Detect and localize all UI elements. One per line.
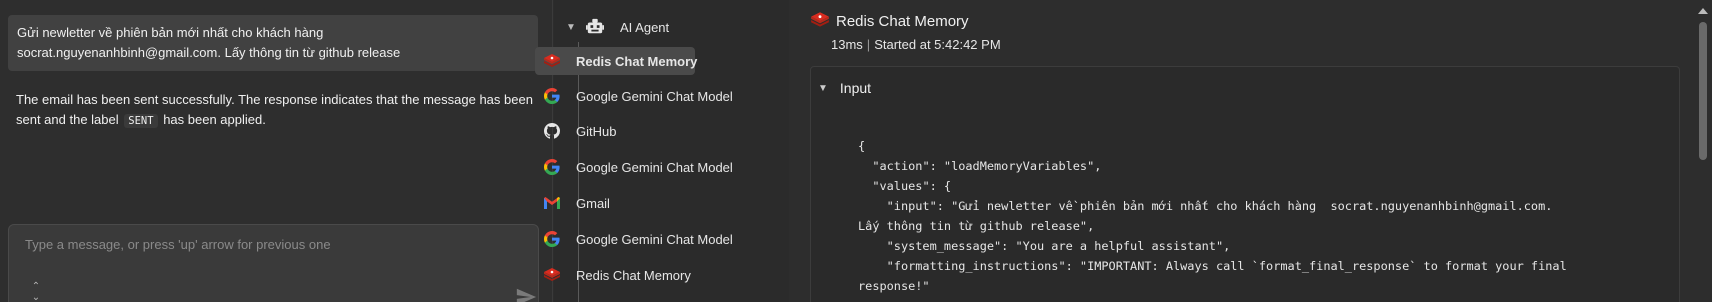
tree-item-redis-chat-memory[interactable]: Redis Chat Memory [535,47,698,75]
tree-root-label: AI Agent [620,19,670,35]
chevron-down-icon: ▼ [818,82,828,94]
tree-item-label: Google Gemini Chat Model [576,159,733,175]
tree-item-label: Redis Chat Memory [576,267,691,283]
scroll-up-arrow-icon[interactable] [1697,6,1709,16]
tree-item-redis-chat-memory[interactable]: Redis Chat Memory [535,261,693,289]
tree-item-google-gemini-chat-model[interactable]: Google Gemini Chat Model [535,153,733,181]
tree-item-google-gemini-chat-model[interactable]: Google Gemini Chat Model [535,225,733,253]
google-icon [543,230,561,248]
google-icon [543,87,561,105]
user-message-line-1: Gửi newletter về phiên bản mới nhất cho … [17,25,324,40]
tree-root-ai-agent[interactable]: ▼ AI Agent [566,17,669,37]
run-duration: 13ms [831,37,863,52]
redis-icon [543,52,561,70]
message-composer: ⌃ ⌄ [8,224,539,302]
input-section-label: Input [839,80,872,96]
redis-icon [543,266,561,284]
tree-item-gmail[interactable]: Gmail [535,189,693,217]
chevron-up-icon: ⌃ [31,281,41,292]
google-icon [543,158,561,176]
bot-message: The email has been sent successfully. Th… [16,90,536,131]
tree-item-label: Gmail [576,195,610,211]
message-input[interactable] [25,237,505,252]
input-section-toggle[interactable]: ▼ Input [818,80,871,96]
tree-item-github[interactable]: GitHub [535,117,693,145]
chevron-down-icon: ⌄ [31,292,41,302]
input-json[interactable]: { "action": "loadMemoryVariables", "valu… [858,136,1678,296]
redis-icon [810,11,830,31]
meta-separator: | [866,37,871,52]
history-navigate-button[interactable]: ⌃ ⌄ [29,281,43,302]
send-icon[interactable] [515,286,537,302]
gmail-icon [543,194,561,212]
robot-icon [586,18,604,34]
tree-item-label: Google Gemini Chat Model [576,231,733,247]
tree-item-label: GitHub [576,123,617,139]
bot-message-code: SENT [124,114,158,128]
run-started-at: Started at 5:42:42 PM [874,37,1001,52]
node-title-text: Redis Chat Memory [836,12,969,30]
bot-message-text: The email has been sent successfully. Th… [16,92,533,127]
user-message-line-2: socrat.nguyenanhbinh@gmail.com. Lấy thôn… [17,45,401,60]
user-message: Gửi newletter về phiên bản mới nhất cho … [8,15,538,71]
github-icon [543,122,561,140]
node-run-meta: 13ms | Started at 5:42:42 PM [831,37,1001,52]
chat-panel: Gửi newletter về phiên bản mới nhất cho … [0,0,553,302]
execution-tree-panel [554,0,789,302]
node-title: Redis Chat Memory [810,11,969,31]
tree-item-google-gemini-chat-model[interactable]: Google Gemini Chat Model [535,82,733,110]
tree-item-label: Google Gemini Chat Model [576,88,733,104]
scrollbar-thumb[interactable] [1699,22,1707,160]
bot-message-text-end: has been applied. [163,112,266,127]
chevron-down-icon[interactable]: ▼ [566,22,578,33]
tree-item-label: Redis Chat Memory [576,53,698,69]
